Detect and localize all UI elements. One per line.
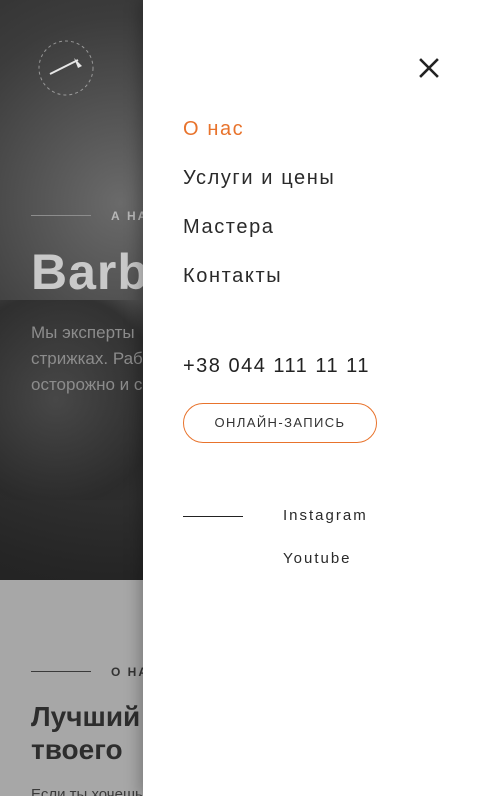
instagram-link[interactable]: Instagram	[283, 507, 368, 524]
about-text: Если ты хочешь	[31, 786, 143, 796]
nav-item-masters[interactable]: Мастера	[183, 216, 275, 239]
close-icon[interactable]	[414, 53, 444, 83]
about-title: Лучший твоего	[31, 701, 141, 765]
social-divider	[183, 516, 243, 517]
online-booking-button[interactable]: ОНЛАЙН-ЗАПИСЬ	[183, 403, 377, 443]
youtube-link[interactable]: Youtube	[283, 550, 352, 567]
hero-title: Barb	[31, 244, 149, 300]
nav-item-about[interactable]: О нас	[183, 118, 244, 141]
about-divider	[31, 671, 91, 672]
nav-item-services[interactable]: Услуги и цены	[183, 167, 335, 190]
nav-item-contacts[interactable]: Контакты	[183, 265, 282, 288]
razor-logo-icon	[38, 40, 94, 96]
hero-divider	[31, 215, 91, 216]
phone-link[interactable]: +38 044 111 11 11	[183, 355, 370, 378]
